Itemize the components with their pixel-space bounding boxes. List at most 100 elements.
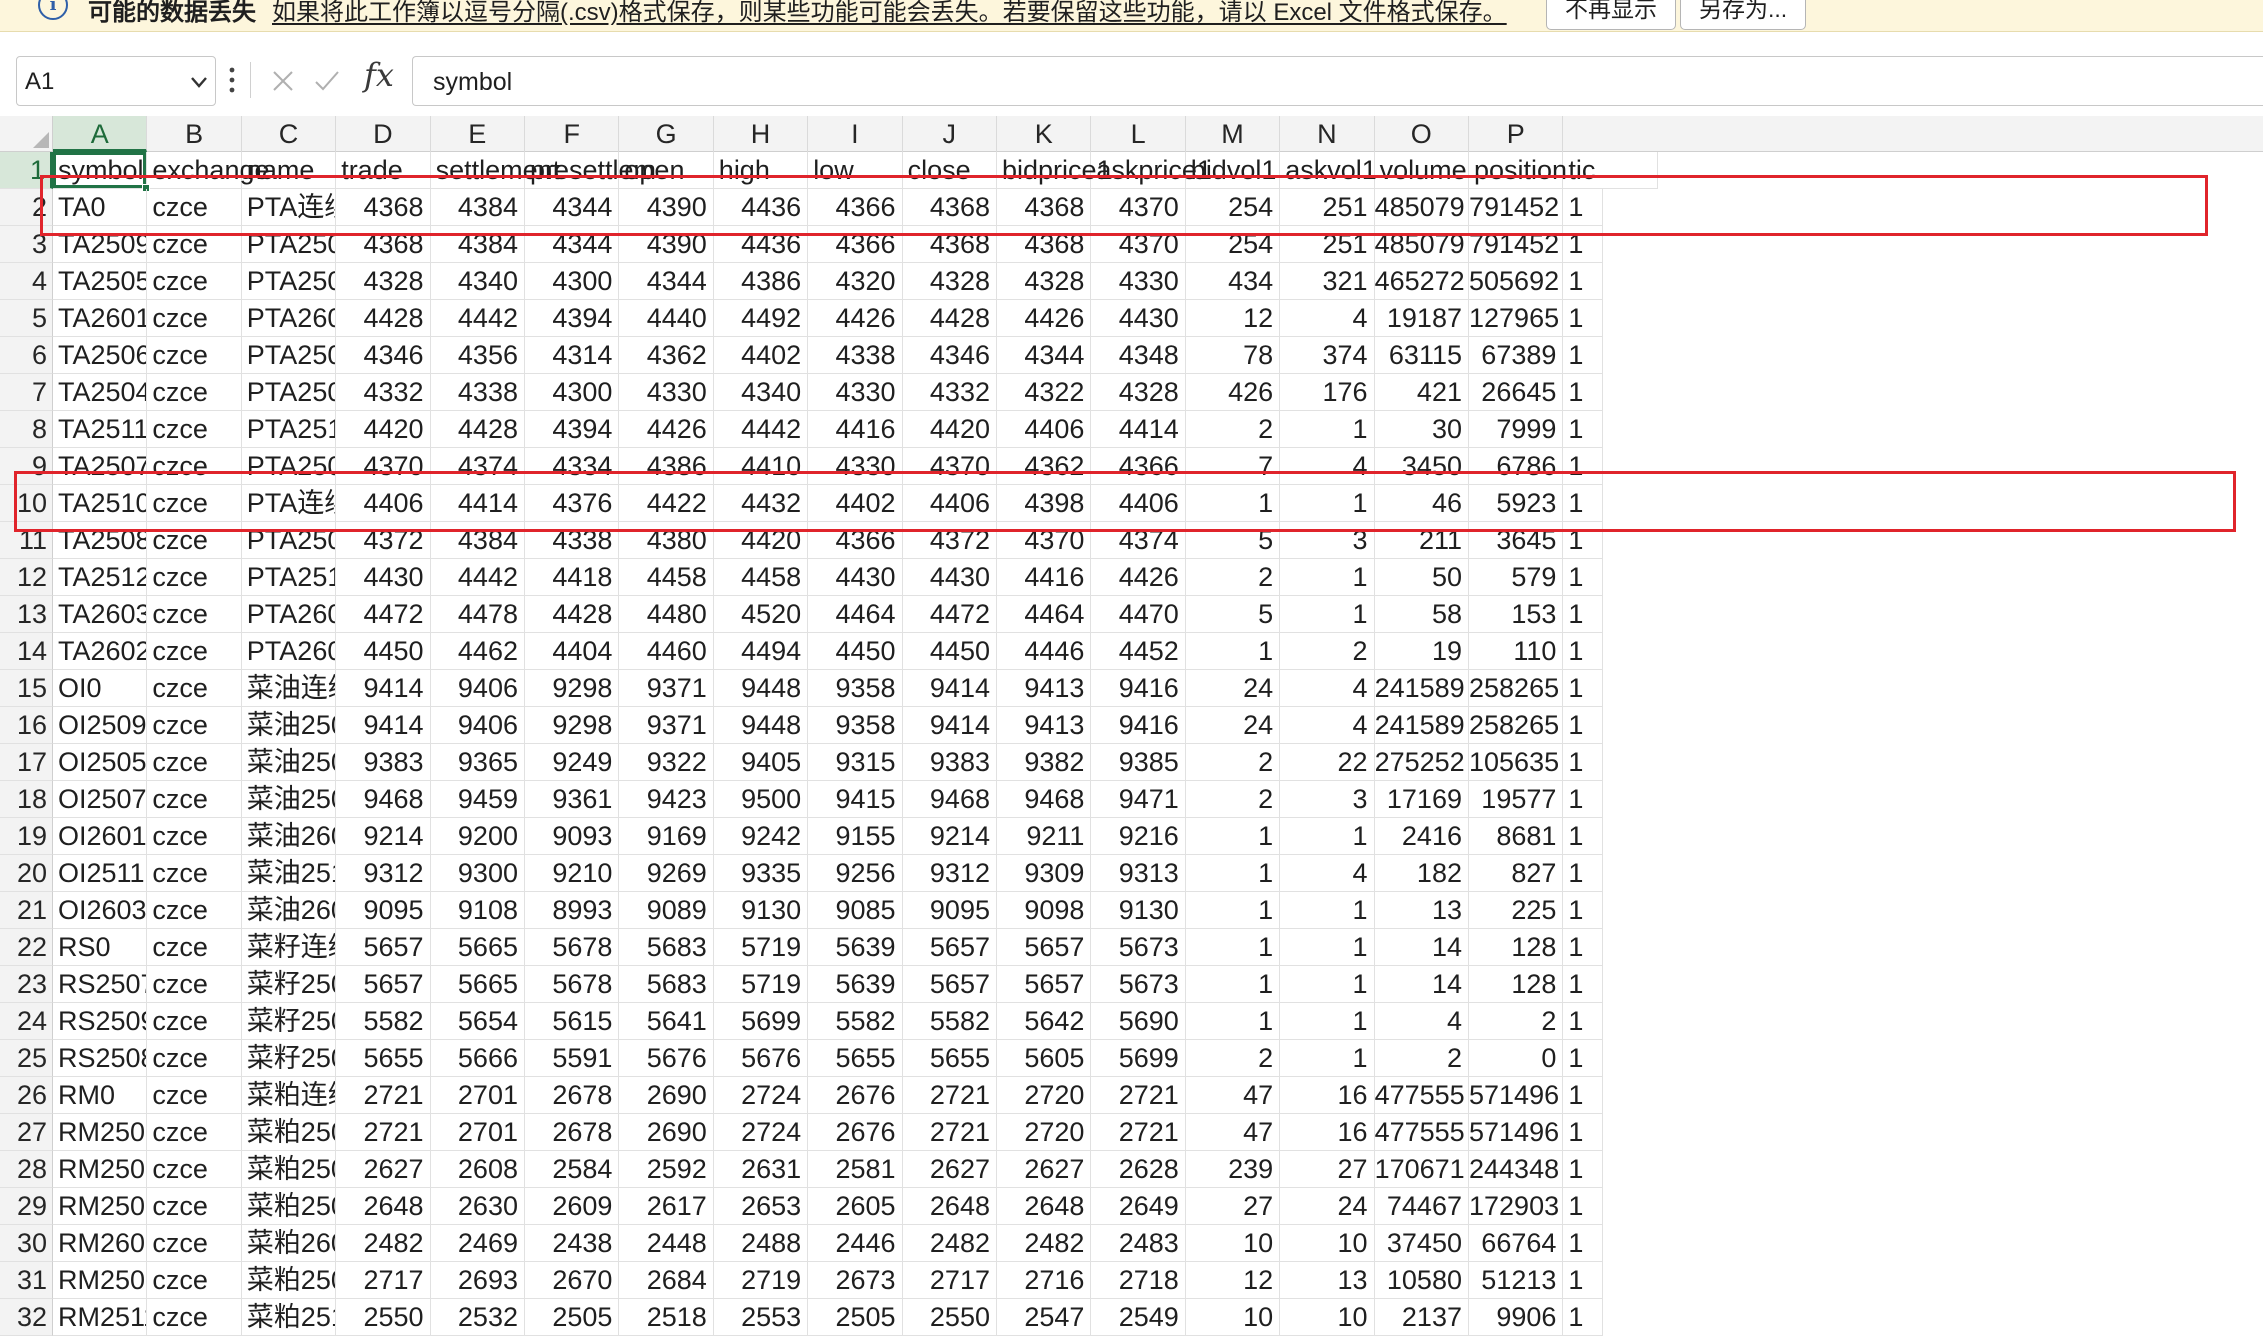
dont-show-again-button[interactable]: 不再显示 (1546, 0, 1676, 30)
cell[interactable]: 2482 (902, 1225, 997, 1262)
row-header-24[interactable]: 24 (0, 1003, 53, 1040)
cell[interactable]: RM2505 (53, 1151, 148, 1188)
cell[interactable]: 9385 (1091, 744, 1186, 781)
cell[interactable]: 24 (1185, 707, 1281, 744)
cell[interactable]: TA2511 (53, 411, 148, 448)
cell[interactable]: czce (147, 1151, 242, 1188)
cell[interactable]: RM2509 (53, 1114, 148, 1151)
header-cell[interactable]: volume (1374, 152, 1469, 189)
cell[interactable]: 8993 (525, 892, 620, 929)
cell[interactable]: 菜籽2509 (241, 1003, 337, 1040)
cell[interactable]: 105635 (1469, 744, 1564, 781)
cell[interactable]: 1 (1280, 966, 1375, 1003)
cell[interactable]: 菜油2603 (241, 892, 337, 929)
cell[interactable]: 9383 (902, 744, 997, 781)
cell[interactable]: OI2505 (53, 744, 148, 781)
cell[interactable]: 9335 (713, 855, 809, 892)
cell[interactable]: 4464 (808, 596, 903, 633)
cell[interactable]: 485079 (1374, 226, 1469, 263)
cell[interactable]: 74467 (1374, 1188, 1469, 1225)
column-header-e[interactable]: E (431, 116, 525, 152)
row-header-13[interactable]: 13 (0, 596, 53, 633)
cell[interactable]: 9413 (997, 707, 1092, 744)
cell[interactable]: 2716 (997, 1262, 1092, 1299)
cell[interactable]: 9415 (808, 781, 903, 818)
cell[interactable]: OI2511 (53, 855, 148, 892)
cell[interactable]: czce (147, 337, 242, 374)
column-header-l[interactable]: L (1091, 116, 1186, 152)
cell[interactable]: 51213 (1469, 1262, 1564, 1299)
row-header-1[interactable]: 1 (0, 152, 53, 189)
cell[interactable]: TA2505 (53, 263, 148, 300)
cell[interactable]: 258265 (1469, 707, 1564, 744)
cell[interactable]: OI0 (53, 670, 148, 707)
cell-q-partial[interactable]: 1 (1563, 707, 1604, 744)
cell[interactable]: czce (147, 596, 242, 633)
cell[interactable]: 4366 (1091, 448, 1186, 485)
cell[interactable]: 4520 (713, 596, 809, 633)
cell[interactable]: 4404 (525, 633, 620, 670)
cell[interactable]: 9382 (997, 744, 1092, 781)
column-header-j[interactable]: J (903, 116, 997, 152)
cell[interactable]: 5591 (525, 1040, 620, 1077)
cell-q-partial[interactable]: 1 (1563, 411, 1604, 448)
cell[interactable]: 4442 (430, 559, 525, 596)
cell[interactable]: OI2507 (53, 781, 148, 818)
cell[interactable]: 9416 (1091, 707, 1186, 744)
cell[interactable]: 4370 (997, 522, 1092, 559)
cell[interactable]: 4370 (336, 448, 431, 485)
cell[interactable]: TA2512 (53, 559, 148, 596)
cell[interactable]: 2609 (525, 1188, 620, 1225)
column-header-m[interactable]: M (1186, 116, 1281, 152)
cell[interactable]: 9371 (619, 707, 714, 744)
cell[interactable]: 1 (1185, 485, 1281, 522)
cell[interactable]: 2488 (713, 1225, 809, 1262)
cell[interactable]: 2721 (902, 1077, 997, 1114)
cell[interactable]: 4430 (1091, 300, 1186, 337)
cell[interactable]: 9358 (808, 670, 903, 707)
cell[interactable]: czce (147, 1040, 242, 1077)
cell[interactable]: 2 (1374, 1040, 1469, 1077)
cell[interactable]: 5690 (1091, 1003, 1186, 1040)
cell[interactable]: 2 (1185, 744, 1281, 781)
cell[interactable]: 170671 (1374, 1151, 1469, 1188)
cell[interactable]: 17169 (1374, 781, 1469, 818)
cell[interactable]: RM2507 (53, 1188, 148, 1225)
cell-q-partial[interactable]: 1 (1563, 374, 1604, 411)
cell[interactable]: czce (147, 1188, 242, 1225)
cell[interactable]: 4428 (525, 596, 620, 633)
cell[interactable]: 4338 (430, 374, 525, 411)
cell[interactable]: czce (147, 1003, 242, 1040)
header-cell[interactable]: tic (1563, 152, 1658, 189)
cell[interactable]: 9406 (430, 670, 525, 707)
row-header-15[interactable]: 15 (0, 670, 53, 707)
cell[interactable]: PTA2509 (241, 226, 337, 263)
cell[interactable]: 2721 (336, 1114, 431, 1151)
cell[interactable]: 791452 (1469, 226, 1564, 263)
cell[interactable]: 4390 (619, 226, 714, 263)
cell[interactable]: 9093 (525, 818, 620, 855)
cell[interactable]: PTA2504 (241, 374, 337, 411)
function-icon[interactable]: fx (364, 56, 394, 94)
cell[interactable]: 4372 (902, 522, 997, 559)
cell[interactable]: 5923 (1469, 485, 1564, 522)
cell[interactable]: 9130 (713, 892, 809, 929)
cell[interactable]: 2718 (1091, 1262, 1186, 1299)
chevron-down-icon[interactable] (187, 71, 211, 93)
cell[interactable]: 9468 (997, 781, 1092, 818)
cell[interactable]: 4300 (525, 374, 620, 411)
cell[interactable]: 9298 (525, 707, 620, 744)
cell[interactable]: TA2603 (53, 596, 148, 633)
cell[interactable]: 7999 (1469, 411, 1564, 448)
cell[interactable]: 1 (1280, 892, 1375, 929)
cell[interactable]: 4366 (808, 226, 903, 263)
cell[interactable]: 239 (1185, 1151, 1281, 1188)
header-cell[interactable]: bidvol1 (1185, 152, 1281, 189)
cell[interactable]: 4330 (808, 374, 903, 411)
cell-q-partial[interactable]: 1 (1563, 300, 1604, 337)
cell-q-partial[interactable]: 1 (1563, 559, 1604, 596)
cell[interactable]: 4458 (619, 559, 714, 596)
cell[interactable]: 4426 (997, 300, 1092, 337)
cell[interactable]: 4332 (902, 374, 997, 411)
cell[interactable]: 2721 (336, 1077, 431, 1114)
